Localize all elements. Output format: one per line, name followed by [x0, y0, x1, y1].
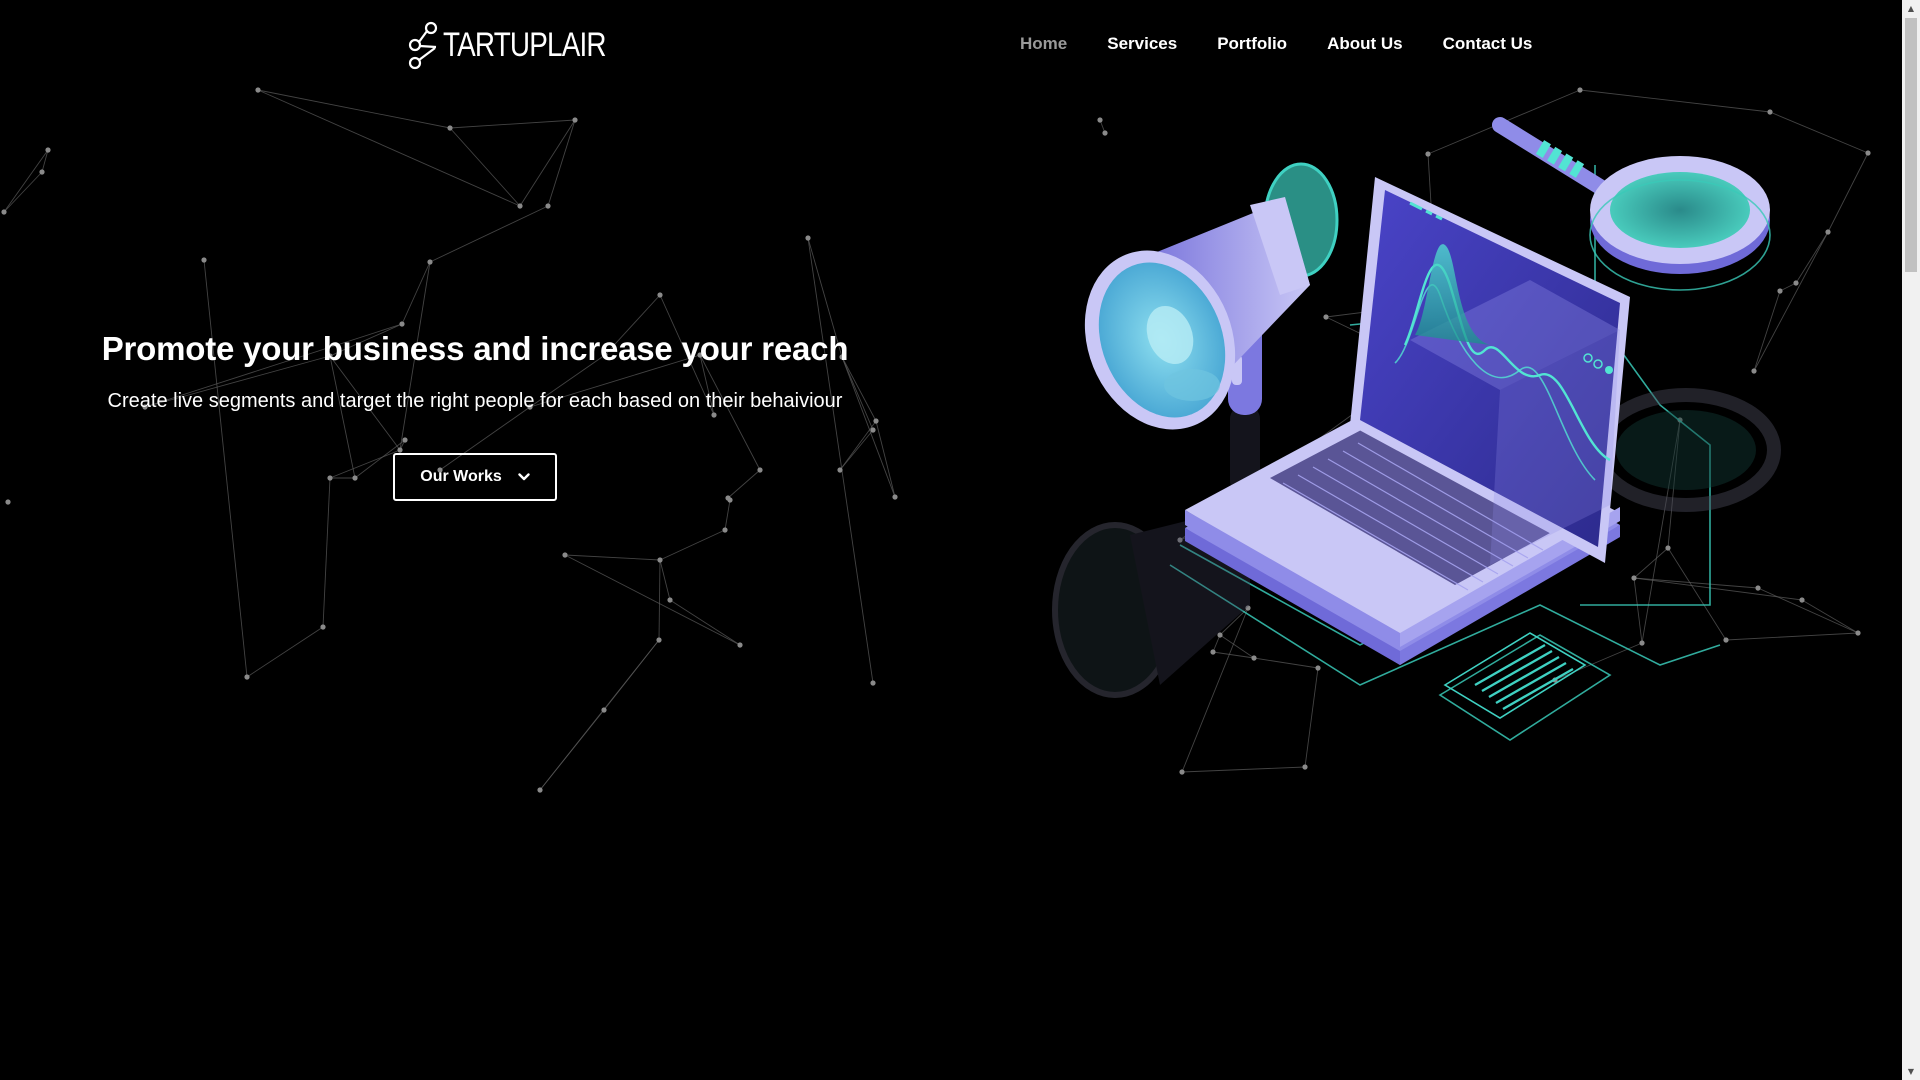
share-nodes-icon [408, 21, 438, 70]
page: TARTUPLAIR Home Services Portfolio About… [0, 0, 1920, 1080]
chevron-down-icon [518, 473, 530, 481]
network-line [3, 149, 49, 213]
network-line [3, 171, 43, 213]
network-node [870, 680, 876, 686]
network-node [45, 147, 51, 153]
page-scrollbar[interactable]: ▲ ▼ [1902, 0, 1920, 1080]
network-line [246, 626, 324, 678]
network-line [257, 89, 521, 207]
network-line [257, 89, 451, 129]
nav-portfolio[interactable]: Portfolio [1197, 30, 1307, 58]
network-node [1, 209, 7, 215]
network-node [545, 203, 551, 209]
network-line [669, 599, 741, 646]
network-line [449, 127, 521, 207]
network-node [447, 125, 453, 131]
network-node [562, 552, 568, 558]
network-line [547, 119, 576, 207]
network-node [805, 235, 811, 241]
scroll-thumb[interactable] [1905, 18, 1917, 272]
hero-subtitle: Create live segments and target the righ… [107, 390, 843, 412]
network-line [539, 639, 660, 791]
network-node [399, 321, 405, 327]
magnifier-reflection [1591, 388, 1781, 512]
network-line [658, 559, 661, 641]
nav-home[interactable]: Home [1000, 30, 1087, 58]
network-node [657, 292, 663, 298]
nav-contact-us[interactable]: Contact Us [1423, 30, 1553, 58]
hero-title: Promote your business and increase your … [101, 330, 849, 367]
megaphone-graphic [1084, 162, 1339, 430]
brand-name: TARTUPLAIR [443, 25, 607, 64]
network-line [659, 529, 726, 561]
network-node [657, 557, 663, 563]
marketing-illustration [1052, 117, 1781, 741]
network-line [564, 554, 741, 646]
our-works-label: Our Works [420, 468, 502, 485]
network-line [519, 119, 576, 207]
nav-about-us[interactable]: About Us [1307, 30, 1423, 58]
our-works-button[interactable]: Our Works [393, 453, 557, 501]
network-line [449, 119, 576, 129]
network-node [601, 707, 607, 713]
network-line [724, 499, 731, 531]
network-line [41, 149, 49, 173]
scroll-down-icon[interactable]: ▼ [1902, 1063, 1920, 1080]
network-node [656, 637, 662, 643]
network-node [39, 169, 45, 175]
network-line [659, 559, 671, 601]
network-line [429, 205, 549, 263]
network-node [201, 257, 207, 263]
network-node [427, 259, 433, 265]
main-nav: Home Services Portfolio About Us Contact… [1000, 30, 1552, 58]
network-node [244, 674, 250, 680]
network-line [564, 554, 661, 561]
hero-section: Promote your business and increase your … [0, 330, 950, 501]
network-node [537, 787, 543, 793]
network-node [320, 624, 326, 630]
network-node [722, 527, 728, 533]
navbar: TARTUPLAIR Home Services Portfolio About… [0, 0, 1900, 90]
network-node [667, 597, 673, 603]
nav-services[interactable]: Services [1087, 30, 1197, 58]
scroll-up-icon[interactable]: ▲ [1902, 0, 1920, 17]
network-node [517, 203, 523, 209]
network-node [572, 117, 578, 123]
network-node [737, 642, 743, 648]
network-line [401, 261, 431, 325]
brand-logo[interactable]: TARTUPLAIR [405, 20, 641, 70]
